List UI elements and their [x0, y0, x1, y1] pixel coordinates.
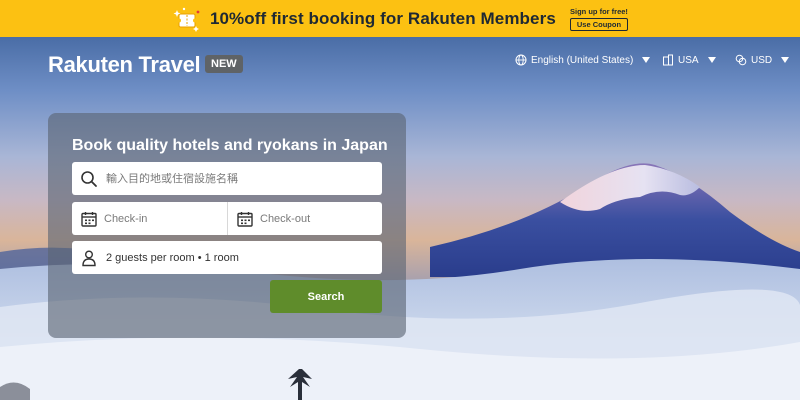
- person-icon: [80, 249, 98, 267]
- chevron-down-icon: [707, 57, 716, 63]
- chevron-down-icon: [642, 57, 651, 63]
- currency-icon: [735, 54, 747, 66]
- currency-label: USD: [751, 54, 773, 66]
- country-label: USA: [678, 54, 699, 66]
- chevron-down-icon: [781, 57, 790, 63]
- promo-text: 10%off first booking for Rakuten Members: [209, 8, 556, 28]
- search-title: Book quality hotels and ryokans in Japan: [72, 137, 388, 154]
- new-badge: NEW: [205, 55, 243, 73]
- globe-icon: [515, 54, 527, 66]
- destination-input[interactable]: [106, 172, 366, 185]
- guests-value: 2 guests per room • 1 room: [106, 251, 239, 264]
- promo-banner[interactable]: 10%off first booking for Rakuten Members…: [0, 0, 800, 37]
- calendar-icon: [80, 210, 98, 228]
- checkout-field[interactable]: Check-out: [227, 202, 382, 235]
- currency-selector[interactable]: USD: [735, 54, 790, 66]
- search-card: Book quality hotels and ryokans in Japan…: [48, 113, 406, 338]
- country-selector[interactable]: USA: [662, 54, 716, 66]
- rakuten-travel-logo[interactable]: Rakuten Travel: [48, 52, 201, 78]
- checkin-placeholder: Check-in: [104, 212, 148, 225]
- guests-field[interactable]: 2 guests per room • 1 room: [72, 241, 382, 274]
- checkin-field[interactable]: Check-in: [72, 202, 227, 235]
- ticket-sparkle-icon: [172, 4, 202, 34]
- calendar-icon: [236, 210, 254, 228]
- language-selector[interactable]: English (United States): [515, 54, 651, 66]
- search-icon: [80, 170, 98, 188]
- search-button[interactable]: Search: [270, 280, 382, 313]
- checkout-placeholder: Check-out: [260, 212, 311, 225]
- destination-field[interactable]: [72, 162, 382, 195]
- language-label: English (United States): [531, 54, 634, 66]
- date-range-field: Check-in Check-out: [72, 202, 382, 235]
- use-coupon-button[interactable]: Use Coupon: [569, 17, 629, 31]
- signup-text[interactable]: Sign up for free!: [570, 7, 628, 16]
- building-icon: [662, 54, 674, 66]
